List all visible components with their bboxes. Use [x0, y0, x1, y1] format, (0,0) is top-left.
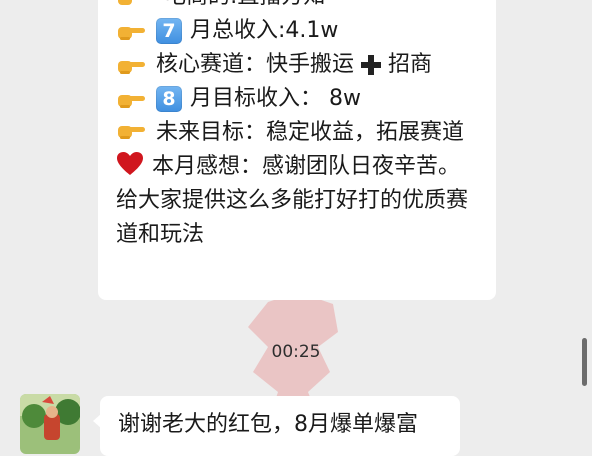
monthly-income-text: 月总收入:4.1w — [190, 18, 339, 43]
pointing-hand-icon — [118, 61, 145, 74]
future-goal-text: 未来目标：稳定收益，拓展赛道 — [156, 120, 465, 145]
message-line: 未来目标：稳定收益，拓展赛道 — [116, 116, 480, 150]
target-income-text: 月目标收入： 8w — [190, 86, 361, 111]
pointing-hand-icon — [118, 0, 132, 5]
plus-icon — [360, 54, 382, 76]
pointing-hand-icon — [118, 95, 145, 108]
reply-message-text: 谢谢老大的红包，8月爆单爆富 — [118, 412, 418, 437]
monthly-thoughts-text: 本月感想：感谢团队日夜辛苦。给大家提供这么多能打好打的优质赛道和玩法 — [116, 154, 469, 247]
message-line-cut: -电商的:直播方知 — [116, 0, 480, 14]
message-line: 7 月总收入:4.1w — [116, 14, 480, 48]
avatar[interactable] — [20, 394, 80, 454]
message-line: 8 月目标收入： 8w — [116, 82, 480, 116]
pointing-hand-icon — [118, 27, 145, 40]
core-track-text-2: 招商 — [388, 52, 433, 77]
message-timestamp: 00:25 — [271, 342, 321, 362]
pointing-hand-icon — [118, 126, 145, 139]
core-track-text: 核心赛道：快手搬运 — [156, 52, 355, 77]
scrollbar[interactable] — [582, 338, 587, 386]
message-bubble[interactable]: -电商的:直播方知 7 月总收入:4.1w 核心赛道：快手搬运 招商 8 月目标… — [98, 0, 496, 300]
message-line-0: -电商的:直播方知 — [156, 0, 325, 14]
avatar-image — [20, 394, 80, 454]
keycap-8-icon: 8 — [156, 86, 182, 112]
message-line: 本月感想：感谢团队日夜辛苦。给大家提供这么多能打好打的优质赛道和玩法 — [116, 150, 480, 252]
keycap-7-icon: 7 — [156, 18, 182, 44]
red-heart-icon — [117, 152, 143, 175]
reply-message-bubble[interactable]: 谢谢老大的红包，8月爆单爆富 — [93, 396, 460, 456]
message-line: 核心赛道：快手搬运 招商 — [116, 48, 480, 82]
